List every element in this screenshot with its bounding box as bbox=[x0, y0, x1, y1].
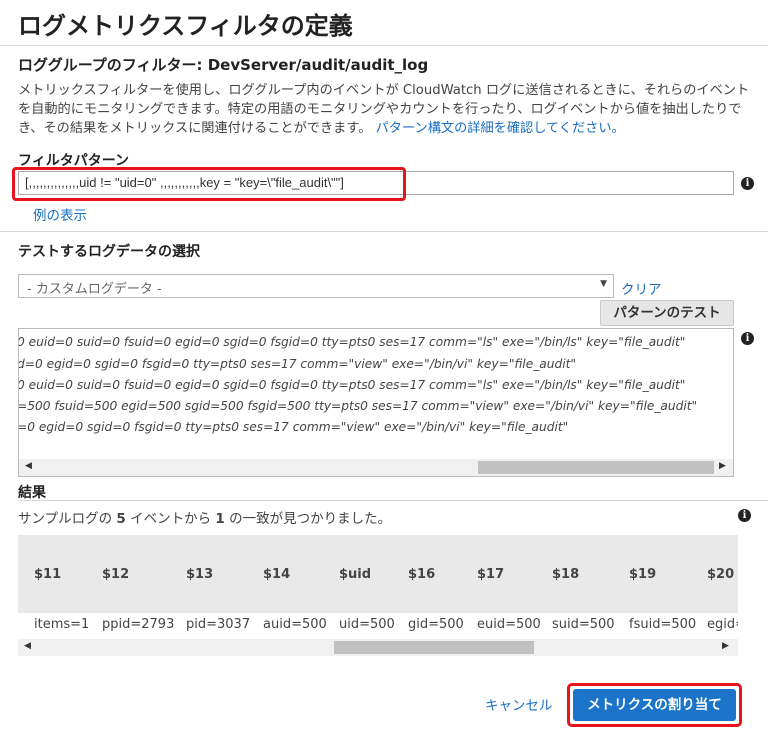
show-examples-link[interactable]: 例の表示 bbox=[33, 204, 87, 224]
assign-metric-button-highlight: メトリクスの割り当て bbox=[567, 683, 742, 727]
scroll-left-icon[interactable]: ◀ bbox=[24, 641, 31, 651]
table-cell: gid=500 bbox=[408, 617, 464, 632]
results-table: $11 $12 $13 $14 $uid $16 $17 $18 $19 $20… bbox=[18, 535, 738, 639]
column-header: $16 bbox=[408, 567, 436, 582]
table-cell: ppid=2793 bbox=[102, 617, 175, 632]
log-line: 0 euid=0 suid=0 fsuid=0 egid=0 sgid=0 fs… bbox=[18, 335, 686, 349]
results-total-count: 5 bbox=[116, 511, 126, 527]
cancel-link[interactable]: キャンセル bbox=[485, 694, 553, 714]
log-data-textarea[interactable]: 0 euid=0 suid=0 fsuid=0 egid=0 sgid=0 fs… bbox=[18, 328, 734, 477]
assign-metric-button[interactable]: メトリクスの割り当て bbox=[573, 689, 736, 721]
column-header: $11 bbox=[34, 567, 62, 582]
test-pattern-button[interactable]: パターンのテスト bbox=[600, 300, 734, 326]
log-line: d=0 egid=0 sgid=0 fsgid=0 tty=pts0 ses=1… bbox=[18, 357, 576, 371]
scroll-right-icon[interactable]: ▶ bbox=[722, 641, 729, 651]
results-summary-prefix: サンプルログの bbox=[18, 511, 117, 527]
results-info-icon[interactable]: i bbox=[738, 509, 751, 522]
table-cell: items=1 bbox=[34, 617, 90, 632]
scroll-right-icon[interactable]: ▶ bbox=[719, 461, 726, 471]
log-data-select-value: - カスタムログデータ - bbox=[27, 282, 162, 297]
scrollbar-thumb[interactable] bbox=[334, 641, 534, 654]
scroll-left-icon[interactable]: ◀ bbox=[25, 461, 32, 471]
results-match-count: 1 bbox=[215, 511, 225, 527]
title-divider bbox=[0, 45, 768, 46]
column-header: $uid bbox=[339, 567, 372, 582]
log-data-info-icon[interactable]: i bbox=[741, 332, 754, 345]
column-header: $20 bbox=[707, 567, 735, 582]
column-header: $19 bbox=[629, 567, 657, 582]
log-line: 0 euid=0 suid=0 fsuid=0 egid=0 sgid=0 fs… bbox=[18, 378, 686, 392]
column-header: $14 bbox=[263, 567, 291, 582]
pattern-syntax-link[interactable]: パターン構文の詳細を確認してください。 bbox=[376, 121, 625, 136]
column-header: $12 bbox=[102, 567, 130, 582]
filter-pattern-highlight bbox=[12, 167, 406, 201]
scrollbar-thumb[interactable] bbox=[478, 461, 714, 474]
test-data-label: テストするログデータの選択 bbox=[18, 244, 200, 260]
results-horizontal-scrollbar[interactable]: ◀ ▶ bbox=[18, 639, 738, 656]
table-cell: pid=3037 bbox=[186, 617, 251, 632]
filter-log-group-heading: ロググループのフィルター: DevServer/audit/audit_log bbox=[18, 56, 429, 74]
chevron-down-icon: ▼ bbox=[600, 279, 607, 289]
table-cell: fsuid=500 bbox=[629, 617, 697, 632]
results-divider bbox=[18, 500, 768, 501]
table-cell: auid=500 bbox=[263, 617, 327, 632]
column-header: $13 bbox=[186, 567, 214, 582]
results-summary: サンプルログの 5 イベントから 1 の一致が見つかりました。 bbox=[18, 507, 391, 527]
section-divider bbox=[0, 231, 768, 232]
table-cell: uid=500 bbox=[339, 617, 395, 632]
results-summary-mid: イベントから bbox=[125, 511, 216, 527]
column-header: $18 bbox=[552, 567, 580, 582]
page-title: ログメトリクスフィルタの定義 bbox=[18, 12, 353, 40]
log-data-select[interactable]: - カスタムログデータ - ▼ bbox=[18, 274, 614, 298]
table-cell: egid= bbox=[707, 617, 738, 632]
results-label: 結果 bbox=[18, 485, 46, 501]
log-line: =500 fsuid=500 egid=500 sgid=500 fsgid=5… bbox=[18, 399, 698, 413]
filter-pattern-info-icon[interactable]: i bbox=[741, 177, 754, 190]
column-header: $17 bbox=[477, 567, 505, 582]
log-horizontal-scrollbar[interactable]: ◀ ▶ bbox=[19, 459, 733, 476]
table-cell: euid=500 bbox=[477, 617, 541, 632]
log-line: =0 egid=0 sgid=0 fsgid=0 tty=pts0 ses=17… bbox=[18, 420, 569, 434]
clear-link[interactable]: クリア bbox=[621, 278, 662, 298]
table-cell: suid=500 bbox=[552, 617, 615, 632]
results-summary-suffix: の一致が見つかりました。 bbox=[224, 511, 392, 527]
description: メトリックスフィルターを使用し、ロググループ内のイベントが CloudWatch… bbox=[18, 81, 758, 138]
